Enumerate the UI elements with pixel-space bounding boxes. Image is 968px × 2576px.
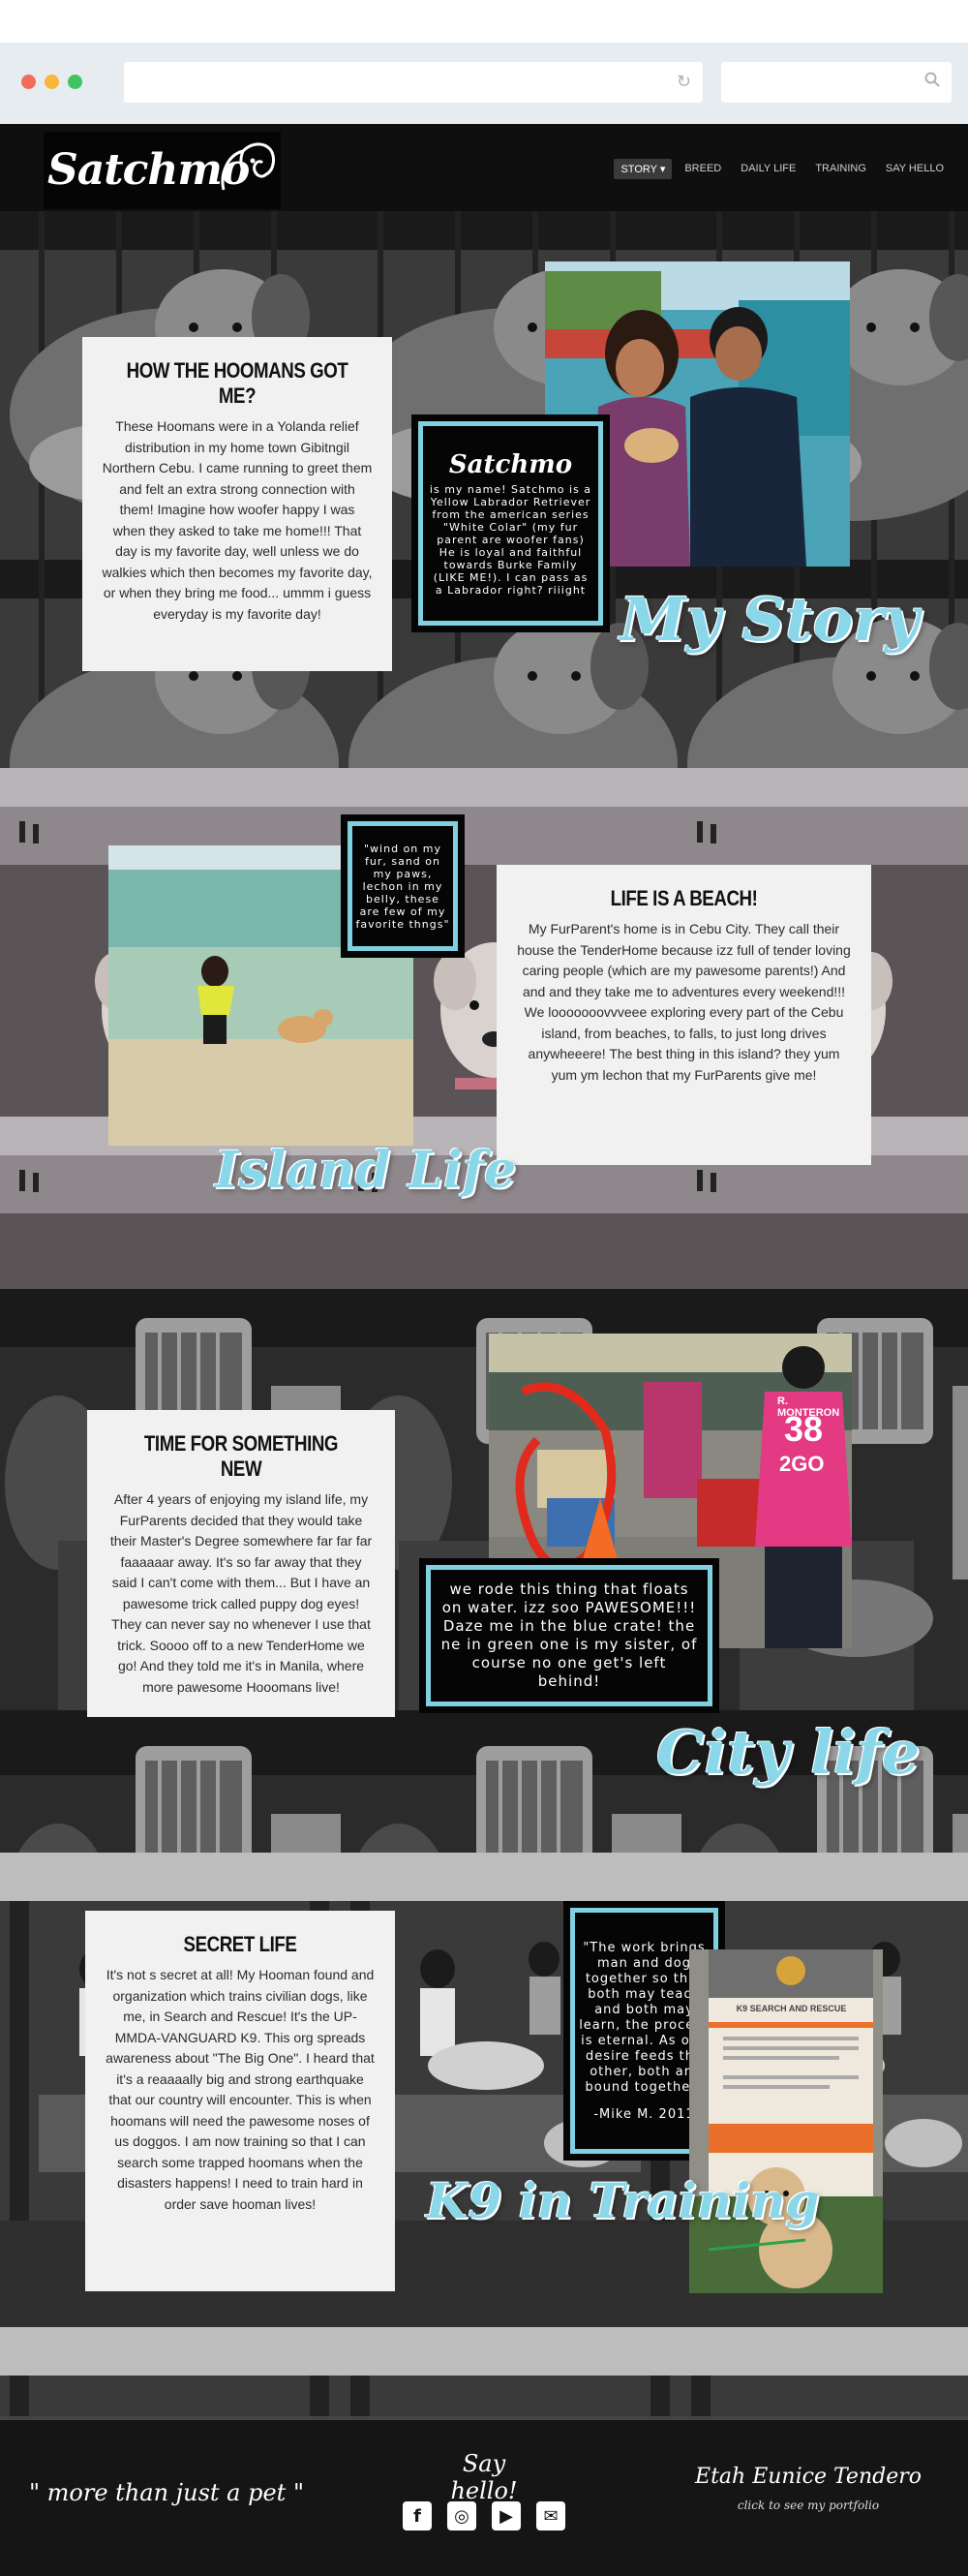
- nav-item-story[interactable]: STORY ▾: [614, 159, 673, 179]
- close-window-dot[interactable]: [21, 75, 36, 89]
- footer-divider: [0, 2416, 968, 2420]
- city-life-heading: City life: [656, 1717, 921, 1788]
- story-section: HOW THE HOOMANS GOT ME? These Hoomans we…: [0, 211, 968, 768]
- city-title: TIME FOR SOMETHING NEW: [143, 1431, 339, 1481]
- island-body: My FurParent's home is in Cebu City. The…: [517, 921, 851, 1083]
- island-title: LIFE IS A BEACH!: [610, 886, 758, 910]
- site-logo[interactable]: Satchmo: [44, 132, 281, 209]
- k9-quote-author: -Mike M. 2011: [593, 2106, 695, 2122]
- footer-tagline: " more than just a pet ": [29, 2479, 304, 2506]
- say-hello-heading: Say hello!: [450, 2450, 518, 2504]
- city-card: TIME FOR SOMETHING NEW After 4 years of …: [87, 1410, 395, 1717]
- city-section: R. MONTERON 38 2GO TIME FOR SOMETHING NE…: [0, 1289, 968, 1717]
- island-life-heading: Island Life: [215, 1141, 517, 1200]
- k9-in-training-heading: K9 in Training: [426, 2172, 820, 2229]
- shirt-number-text: 38: [784, 1409, 824, 1449]
- k9-card: SECRET LIFE It's not s secret at all! My…: [85, 1911, 395, 2291]
- mail-icon[interactable]: ✉: [536, 2501, 565, 2530]
- story-quote-text: is my name! Satchmo is a Yellow Labrador…: [429, 483, 592, 597]
- browser-search-box[interactable]: [721, 62, 952, 103]
- quote-logo-text: Satchmo: [448, 450, 573, 479]
- nav-item-say-hello[interactable]: SAY HELLO: [879, 159, 951, 179]
- facebook-icon[interactable]: f: [403, 2501, 432, 2530]
- city-quote-box: we rode this thing that floats on water.…: [419, 1558, 719, 1713]
- k9-poster-title: K9 SEARCH AND RESCUE: [736, 2004, 847, 2013]
- portfolio-link[interactable]: click to see my portfolio: [678, 2499, 939, 2512]
- main-menu: STORY ▾ BREED DAILY LIFE TRAINING SAY HE…: [614, 159, 951, 179]
- story-body: These Hoomans were in a Yolanda relief d…: [102, 418, 373, 622]
- story-card: HOW THE HOOMANS GOT ME? These Hoomans we…: [82, 337, 392, 671]
- island-card: LIFE IS A BEACH! My FurParent's home is …: [497, 865, 871, 1165]
- social-links: f ◎ ▶ ✉: [403, 2501, 565, 2530]
- k9-section: City life SECRET LIFE It's not s secret …: [0, 1717, 968, 2416]
- shirt-logo-text: 2GO: [779, 1452, 825, 1476]
- address-bar[interactable]: ↻: [124, 62, 703, 103]
- island-section: "wind on my fur, sand on my paws, lechon…: [0, 768, 968, 1289]
- site-footer: " more than just a pet " Say hello! f ◎ …: [0, 2416, 968, 2576]
- reload-icon[interactable]: ↻: [677, 72, 691, 92]
- story-quote-box: Satchmo is my name! Satchmo is a Yellow …: [411, 414, 610, 632]
- search-icon[interactable]: [924, 72, 940, 87]
- author-name: Etah Eunice Tendero: [695, 2465, 922, 2489]
- k9-body: It's not s secret at all! My Hooman foun…: [106, 1967, 375, 2212]
- instagram-icon[interactable]: ◎: [447, 2501, 476, 2530]
- k9-dog-poster-image: [689, 1949, 883, 2293]
- island-quote-box: "wind on my fur, sand on my paws, lechon…: [341, 814, 465, 958]
- maximize-window-dot[interactable]: [68, 75, 82, 89]
- dog-head-logo-icon: [221, 142, 275, 191]
- city-quote-text: we rode this thing that floats on water.…: [440, 1580, 698, 1690]
- k9-title: SECRET LIFE: [183, 1932, 297, 1956]
- my-story-heading: My Story: [620, 584, 920, 655]
- site-header: Satchmo STORY ▾ BREED DAILY LIFE TRAININ…: [0, 124, 968, 211]
- browser-chrome: ↻: [0, 43, 968, 124]
- nav-item-breed[interactable]: BREED: [678, 159, 728, 179]
- nav-item-daily-life[interactable]: DAILY LIFE: [734, 159, 802, 179]
- minimize-window-dot[interactable]: [45, 75, 59, 89]
- nav-item-training[interactable]: TRAINING: [808, 159, 873, 179]
- k9-photo: K9 SEARCH AND RESCUE: [689, 1949, 883, 2293]
- story-title: HOW THE HOOMANS GOT ME?: [126, 358, 348, 408]
- island-quote-text: "wind on my fur, sand on my paws, lechon…: [355, 842, 450, 931]
- city-body: After 4 years of enjoying my island life…: [109, 1491, 373, 1695]
- youtube-icon[interactable]: ▶: [492, 2501, 521, 2530]
